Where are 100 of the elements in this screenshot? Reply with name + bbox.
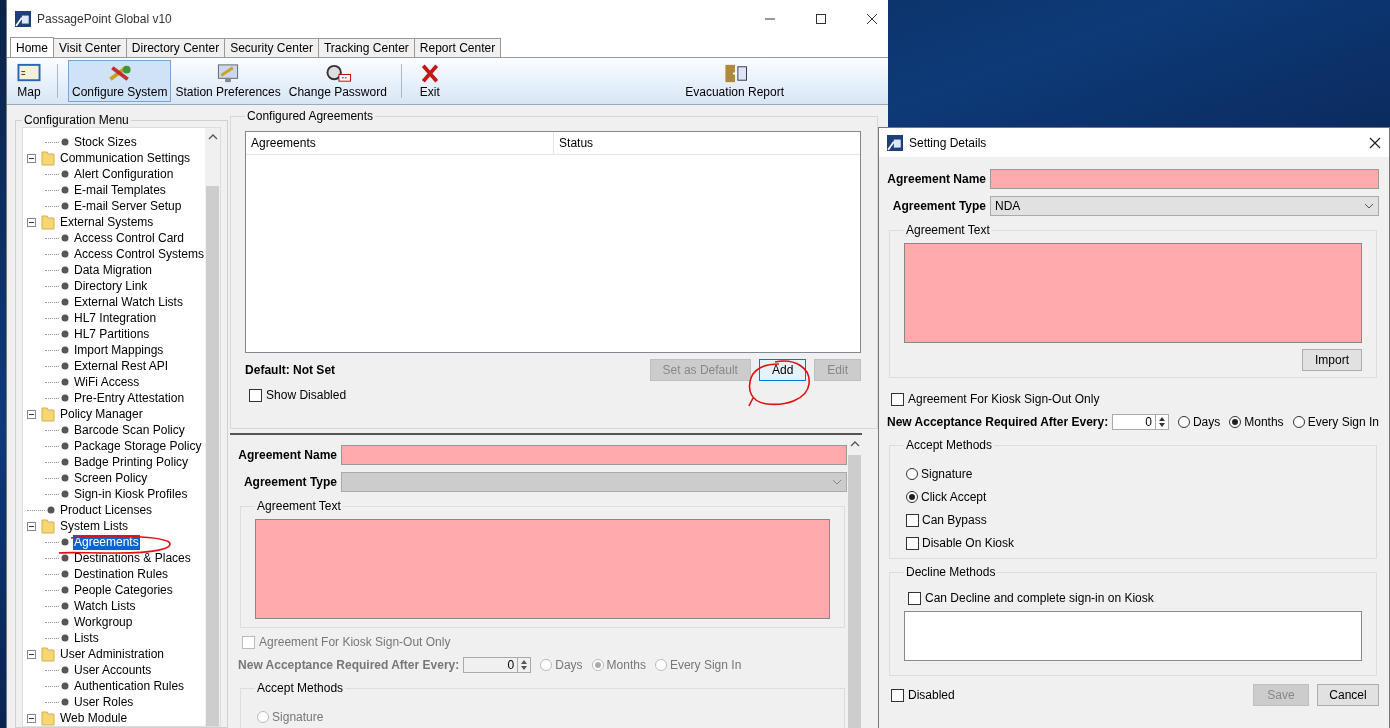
- bullet-icon: [61, 490, 69, 498]
- tree-item[interactable]: E-mail Server Setup: [73, 198, 183, 214]
- tree-item[interactable]: Alert Configuration: [73, 166, 175, 182]
- tree-item[interactable]: Policy Manager: [59, 406, 144, 422]
- maximize-icon[interactable]: [815, 12, 827, 25]
- bullet-icon: [61, 458, 69, 466]
- tree-item[interactable]: HL7 Partitions: [73, 326, 151, 342]
- tree-item[interactable]: Communication Settings: [59, 150, 192, 166]
- text-area[interactable]: [904, 611, 1362, 661]
- checkbox[interactable]: [891, 392, 904, 406]
- tree-item[interactable]: Access Control Systems: [73, 246, 206, 262]
- radio-button[interactable]: [1177, 416, 1190, 428]
- close-icon[interactable]: [866, 12, 878, 25]
- scroll-up-icon[interactable]: [849, 441, 860, 447]
- action-button[interactable]: Add: [758, 359, 807, 381]
- close-icon[interactable]: [1369, 136, 1381, 149]
- radio-label: Months: [1244, 415, 1284, 429]
- tree-item[interactable]: Package Storage Policy: [73, 438, 203, 454]
- type-dropdown[interactable]: NDA: [990, 196, 1379, 216]
- checkbox[interactable]: [906, 536, 919, 550]
- tree-item[interactable]: Stock Sizes: [73, 134, 138, 150]
- option-label: Click Accept: [921, 490, 987, 504]
- scroll-up-icon[interactable]: [207, 134, 218, 140]
- tree-item[interactable]: Access Control Card: [73, 230, 186, 246]
- checkbox-label: Can Decline and complete sign-in on Kiosk: [925, 591, 1154, 605]
- bullet-icon: [61, 298, 69, 306]
- tree-item[interactable]: People Categories: [73, 582, 174, 598]
- tree-item[interactable]: Product Licenses: [59, 502, 154, 518]
- number-spinner[interactable]: 0: [1112, 414, 1169, 430]
- checkbox[interactable]: [906, 513, 919, 527]
- tree-item[interactable]: Badge Printing Policy: [73, 454, 190, 470]
- tree-item[interactable]: Screen Policy: [73, 470, 149, 486]
- toolbar-button[interactable]: Change Password: [284, 60, 391, 102]
- collapse-icon[interactable]: [27, 153, 36, 163]
- tree-item[interactable]: HL7 Integration: [73, 310, 158, 326]
- tree-item[interactable]: Web Module: [59, 710, 129, 726]
- toolbar-button[interactable]: Map: [11, 60, 47, 102]
- tree-item[interactable]: External Rest API: [73, 358, 170, 374]
- tree-item[interactable]: Watch Lists: [73, 598, 137, 614]
- radio-button[interactable]: [906, 468, 918, 480]
- name-field[interactable]: [990, 169, 1379, 189]
- column-header[interactable]: Agreements: [246, 132, 555, 154]
- tree-item[interactable]: User Roles: [73, 694, 135, 710]
- folder-icon: [41, 518, 55, 534]
- checkbox[interactable]: [891, 688, 904, 702]
- field-label: New Acceptance Required After Every:: [238, 658, 460, 672]
- bullet-icon: [61, 538, 69, 546]
- tree-item[interactable]: Destination Rules: [73, 566, 170, 582]
- tree-item[interactable]: E-mail Templates: [73, 182, 167, 198]
- field-label: Agreement Type: [242, 475, 338, 489]
- bullet-icon: [61, 282, 69, 290]
- collapse-icon[interactable]: [27, 409, 36, 419]
- radio-button[interactable]: [1292, 416, 1305, 428]
- dialog-button[interactable]: Cancel: [1317, 684, 1379, 706]
- toolbar-button[interactable]: Station Preferences: [171, 60, 285, 102]
- tab[interactable]: Report Center: [413, 38, 502, 57]
- toolbar-button[interactable]: Evacuation Report: [681, 60, 788, 102]
- tree-item[interactable]: WiFi Access: [73, 374, 141, 390]
- checkbox[interactable]: [249, 388, 263, 402]
- radio-label: Days: [1192, 415, 1221, 429]
- tree-item[interactable]: External Systems: [59, 214, 155, 230]
- bullet-icon: [61, 618, 69, 626]
- collapse-icon[interactable]: [27, 713, 36, 723]
- tree-item[interactable]: System Lists: [59, 518, 129, 534]
- tab[interactable]: Directory Center: [125, 38, 226, 57]
- column-header[interactable]: Status: [554, 132, 594, 154]
- tree-item[interactable]: Data Migration: [73, 262, 154, 278]
- collapse-icon[interactable]: [27, 217, 36, 227]
- tree-item[interactable]: Sign-in Kiosk Profiles: [73, 486, 189, 502]
- tree-item[interactable]: Directory Link: [73, 278, 149, 294]
- group-title: Configured Agreements: [246, 109, 375, 123]
- tree-item[interactable]: Workgroup: [73, 614, 134, 630]
- checkbox[interactable]: [908, 591, 921, 605]
- radio-button[interactable]: [906, 491, 918, 503]
- tree-item[interactable]: User Administration: [59, 646, 166, 662]
- tab[interactable]: Tracking Center: [317, 38, 415, 57]
- tab[interactable]: Home: [10, 37, 54, 57]
- tab[interactable]: Visit Center: [53, 38, 127, 57]
- tree-item[interactable]: Import Mappings: [73, 342, 165, 358]
- tree-item[interactable]: Authentication Rules: [73, 678, 186, 694]
- tree-item[interactable]: External Watch Lists: [73, 294, 184, 310]
- tab[interactable]: Security Center: [224, 38, 319, 57]
- collapse-icon[interactable]: [27, 649, 36, 659]
- toolbar-button[interactable]: Configure System: [68, 60, 172, 102]
- group-title: Configuration Menu: [23, 113, 130, 127]
- toolbar-button[interactable]: Exit: [411, 60, 448, 102]
- dialog-title: Setting Details: [909, 135, 987, 150]
- tree-item[interactable]: User Accounts: [73, 662, 153, 678]
- bullet-icon: [61, 666, 69, 674]
- tree-item[interactable]: Barcode Scan Policy: [73, 422, 186, 438]
- radio-button[interactable]: [1229, 416, 1242, 428]
- collapse-icon[interactable]: [27, 521, 36, 531]
- import-button[interactable]: Import: [1302, 349, 1362, 371]
- bullet-icon: [61, 682, 69, 690]
- tree-item[interactable]: Lists: [73, 630, 100, 646]
- tree-item[interactable]: Destinations & Places: [73, 550, 192, 566]
- bullet-icon: [61, 266, 69, 274]
- folder-icon: [41, 710, 55, 726]
- tree-item[interactable]: Pre-Entry Attestation: [73, 390, 186, 406]
- app-icon: [887, 134, 903, 151]
